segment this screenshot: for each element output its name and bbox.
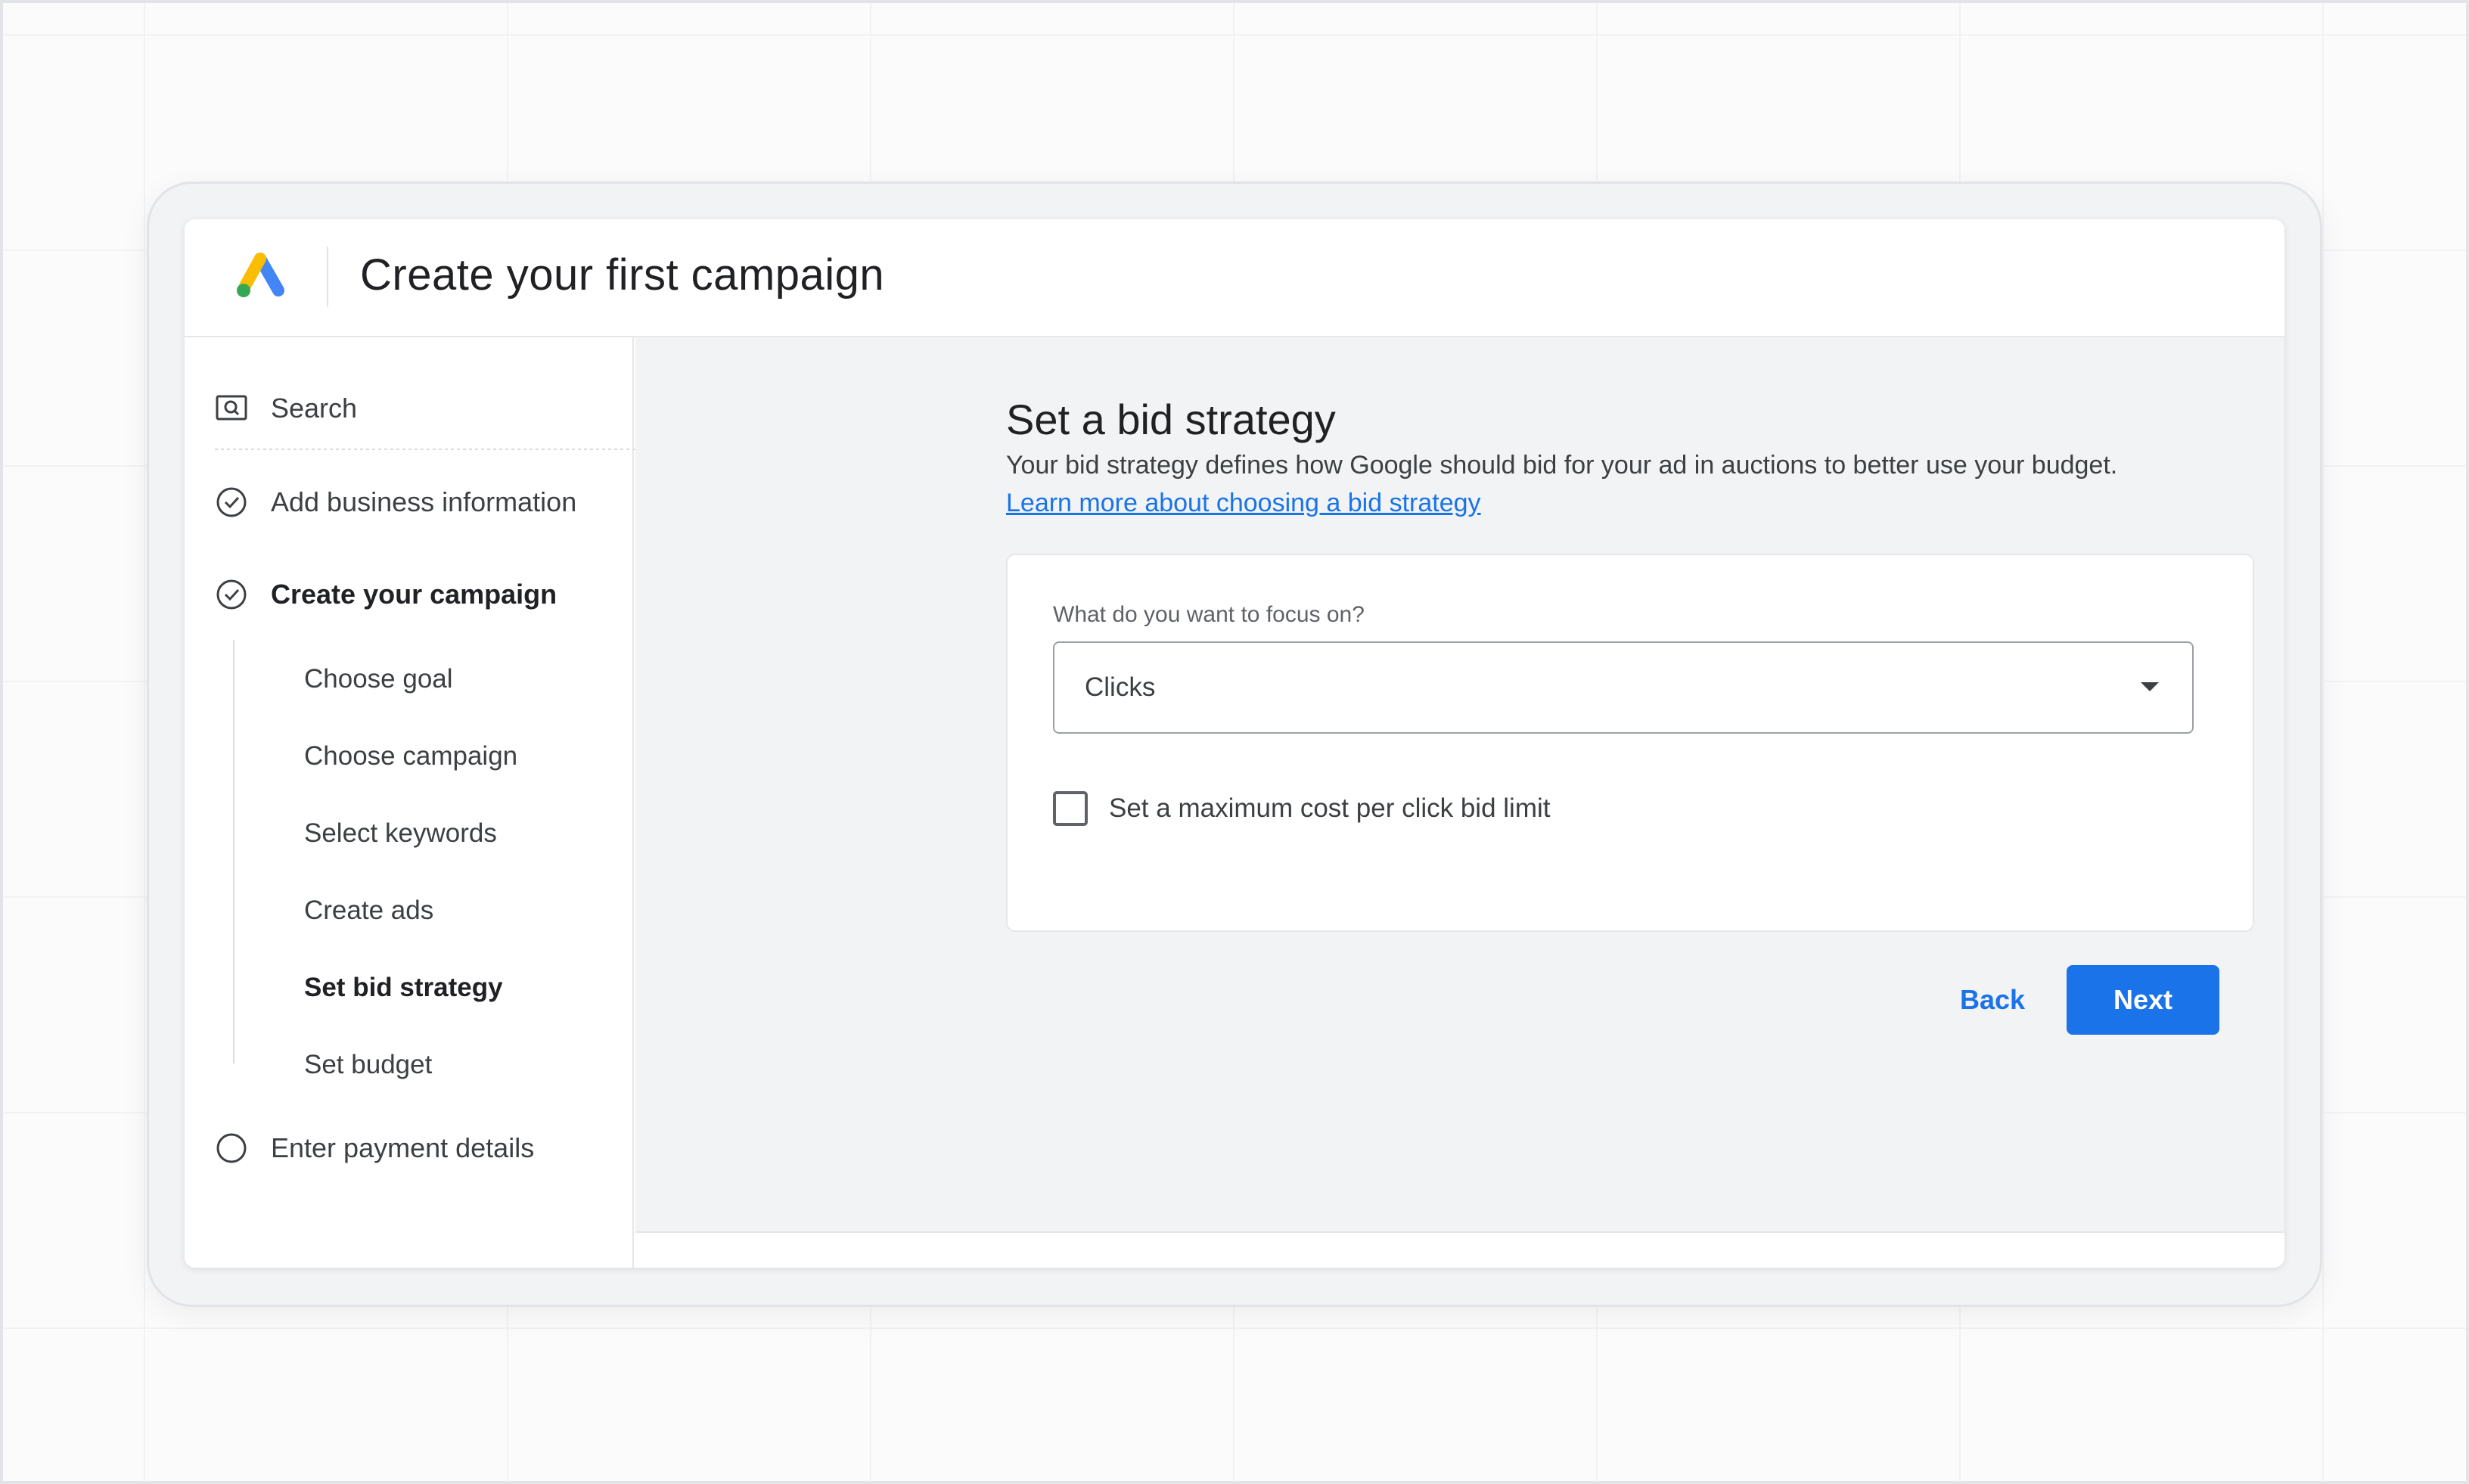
substep-choose-goal[interactable]: Choose goal <box>304 664 453 694</box>
focus-field-label: What do you want to focus on? <box>1053 602 1365 627</box>
max-cpc-row[interactable]: Set a maximum cost per click bid limit <box>1053 791 1550 826</box>
google-ads-logo-icon <box>237 253 284 297</box>
substep-create-ads[interactable]: Create ads <box>304 896 433 926</box>
search-box-icon <box>216 395 247 421</box>
app-header: Create your first campaign <box>185 219 2284 337</box>
progress-sidebar: Search Add business information Create y… <box>185 337 784 1268</box>
dropdown-arrow-icon <box>2141 682 2159 691</box>
check-circle-icon <box>216 487 247 517</box>
sidebar-item-label: Enter payment details <box>271 1132 535 1163</box>
main-content: Set a bid strategy Your bid strategy def… <box>635 337 2284 1268</box>
section-description: Your bid strategy defines how Google sho… <box>1006 451 2118 480</box>
app-window: Create your first campaign Search Add bu… <box>185 219 2284 1268</box>
bid-strategy-card: What do you want to focus on? Clicks Set… <box>1006 554 2254 932</box>
section-title: Set a bid strategy <box>1006 396 1336 443</box>
focus-select-value: Clicks <box>1085 672 1156 702</box>
sidebar-item-search[interactable]: Search <box>215 392 357 425</box>
substep-set-budget[interactable]: Set budget <box>304 1050 432 1080</box>
empty-circle-icon <box>216 1133 247 1163</box>
substep-choose-campaign[interactable]: Choose campaign <box>304 741 517 771</box>
substep-line <box>233 640 234 1063</box>
substep-set-bid-strategy[interactable]: Set bid strategy <box>304 973 503 1003</box>
page-title: Create your first campaign <box>360 250 885 300</box>
sidebar-item-payment-details[interactable]: Enter payment details <box>215 1132 534 1165</box>
learn-more-link[interactable]: Learn more about choosing a bid strategy <box>1006 489 1481 518</box>
back-button[interactable]: Back <box>1932 965 2053 1035</box>
sidebar-item-label: Create your campaign <box>271 579 557 610</box>
max-cpc-checkbox[interactable] <box>1053 791 1088 826</box>
substep-select-keywords[interactable]: Select keywords <box>304 818 497 849</box>
sidebar-item-create-campaign[interactable]: Create your campaign <box>215 578 557 611</box>
next-button[interactable]: Next <box>2067 965 2219 1035</box>
sidebar-item-label: Search <box>271 393 358 424</box>
max-cpc-checkbox-label: Set a maximum cost per click bid limit <box>1109 793 1551 823</box>
sidebar-item-label: Add business information <box>271 486 577 517</box>
sidebar-item-business-info[interactable]: Add business information <box>215 486 576 519</box>
header-divider <box>327 247 328 307</box>
main-footer-strip <box>635 1231 2284 1268</box>
focus-select[interactable]: Clicks <box>1053 641 2194 734</box>
check-circle-icon <box>216 579 247 610</box>
